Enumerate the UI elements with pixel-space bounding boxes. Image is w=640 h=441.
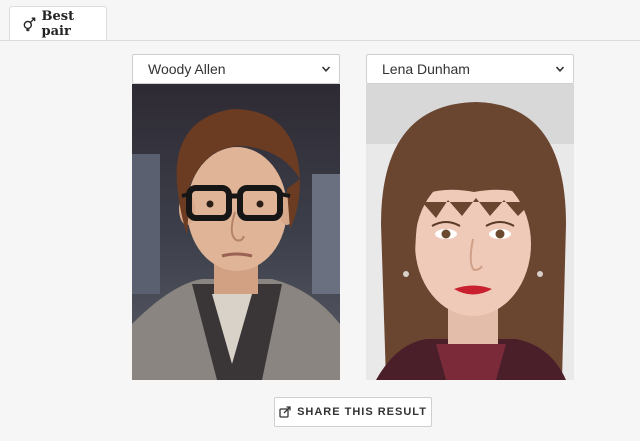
left-person-photo xyxy=(132,84,340,380)
tab-label: Best pair xyxy=(41,9,75,39)
right-person-select-value: Lena Dunham xyxy=(382,61,470,77)
left-person-select-value: Woody Allen xyxy=(148,61,226,77)
chevron-down-icon xyxy=(555,66,565,72)
chevron-down-icon xyxy=(321,66,331,72)
tab-divider xyxy=(0,40,640,41)
share-result-label: SHARE THIS RESULT xyxy=(297,406,427,418)
share-icon xyxy=(279,406,291,418)
tab-bar: Best pair xyxy=(0,0,640,41)
share-result-button[interactable]: SHARE THIS RESULT xyxy=(274,397,432,427)
right-person-select[interactable]: Lena Dunham xyxy=(366,54,574,84)
gender-pair-icon xyxy=(23,17,36,32)
right-person-photo xyxy=(366,84,574,380)
left-person-select[interactable]: Woody Allen xyxy=(132,54,340,84)
left-person-panel: Woody Allen xyxy=(132,54,340,380)
right-person-panel: Lena Dunham xyxy=(366,54,574,380)
tab-best-pair[interactable]: Best pair xyxy=(9,6,107,41)
